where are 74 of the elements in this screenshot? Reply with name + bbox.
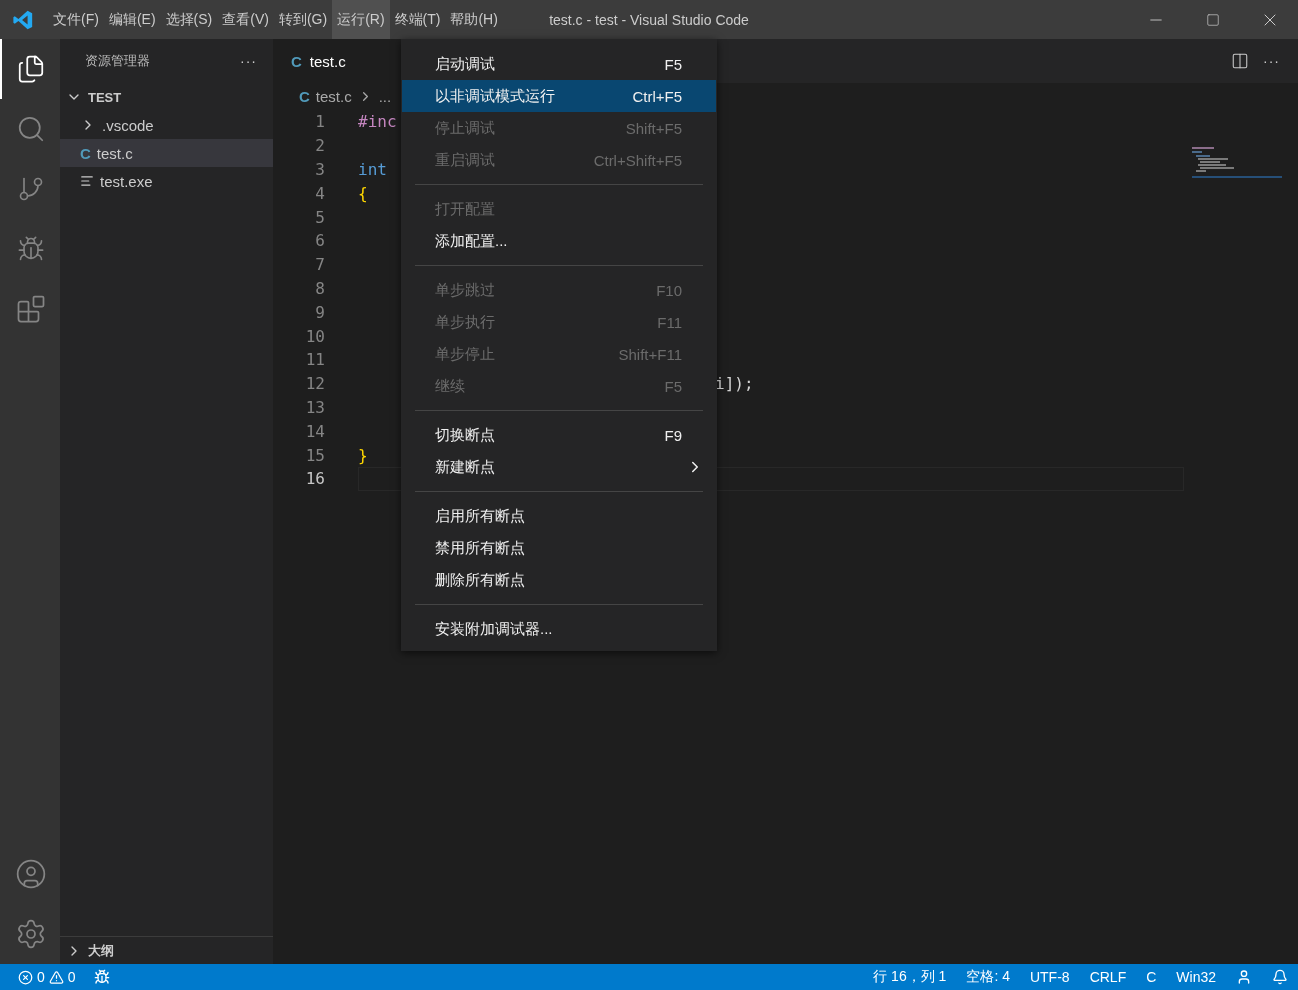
section-header[interactable]: 大纲 [88,941,114,960]
window-title: test.c - test - Visual Studio Code [549,11,749,28]
line-number: 9 [314,302,325,322]
menu-item[interactable]: 新建断点 [402,451,716,483]
line-number: 12 [304,374,325,394]
line-number: 2 [314,136,325,156]
status-bar-item[interactable]: Win32 [1176,969,1216,985]
more-button[interactable]: ··· [1263,53,1280,69]
status-bar-item[interactable]: CRLF [1089,969,1127,985]
menu-bar-item[interactable]: 文件(F) [48,0,104,39]
menu-item[interactable]: 添加配置... [402,225,716,257]
menu-item[interactable]: 启用所有断点 [402,500,716,532]
file-tree-item[interactable]: test.exe [60,167,273,195]
line-number: 13 [304,397,325,417]
menu-bar-item[interactable]: 选择(S) [160,0,218,39]
code-text: int [358,160,387,179]
menu-item[interactable]: 禁用所有断点 [402,532,716,564]
status-bar-item[interactable]: C [1146,969,1157,985]
sidebar-title: 资源管理器 [85,52,150,70]
menu-bar-item[interactable]: 编辑(E) [103,0,161,39]
menu-bar-item[interactable]: 运行(R) [332,0,390,39]
line-number: 15 [304,445,325,465]
settings-icon[interactable] [15,918,47,950]
more-button[interactable]: ··· [240,53,257,69]
line-number: 8 [314,278,325,298]
line-number: 5 [314,207,325,227]
branch-icon [17,175,45,203]
status-bar-item[interactable]: UTF-8 [1029,969,1070,985]
line-number: 14 [304,421,325,441]
maximize-icon[interactable] [1205,12,1220,27]
file-tree-item[interactable]: .vscode [60,111,273,139]
notifications-icon[interactable] [1272,969,1288,985]
feedback-icon[interactable] [1236,969,1252,985]
menu-item[interactable]: 以非调试模式运行 Ctrl+F5 [402,80,716,112]
c-file-icon: C [291,52,302,70]
menu-item[interactable]: 切换断点 F9 [402,419,716,451]
editor-tab[interactable]: C test.c [273,39,401,83]
extensions-icon [16,294,46,324]
line-number: 3 [314,160,325,179]
breadcrumb-item[interactable]: test.c [315,87,352,105]
bug-icon [17,235,45,263]
breadcrumb-item[interactable]: ... [378,87,392,105]
line-number: 16 [304,469,325,489]
menu-bar-item[interactable]: 查看(V) [217,0,274,39]
section-header[interactable]: TEST [88,89,122,105]
menu-item[interactable]: 启动调试 F5 [402,48,716,80]
line-number: 10 [304,326,325,346]
bug-icon[interactable] [93,969,110,985]
file-tree-item[interactable]: C test.c [60,139,273,167]
c-file-icon: C [299,87,310,105]
account-icon[interactable] [15,858,47,890]
line-number: 4 [314,183,325,203]
search-icon [16,114,46,144]
line-number: 7 [314,255,325,275]
code-text: { [358,183,368,203]
file-icon [80,174,94,188]
menu-bar-item[interactable]: 帮助(H) [445,0,503,39]
files-icon [16,54,46,84]
code-text: #inc [358,112,397,132]
vscode-logo-icon [12,8,34,31]
status-bar-item[interactable]: 空格: 4 [966,968,1010,986]
menu-bar-item[interactable]: 转到(G) [273,0,333,39]
split-editor-icon[interactable] [1231,52,1249,70]
menu-item[interactable]: 安装附加调试器... [402,613,716,645]
status-bar-item[interactable]: 行 16，列 1 [873,968,947,986]
code-text: } [358,445,368,465]
menu-bar-item[interactable]: 终端(T) [389,0,446,39]
problems-indicator[interactable]: 0 0 [18,969,76,985]
c-file-icon: C [80,144,91,162]
line-number: 1 [314,112,325,132]
line-number: 6 [314,231,325,251]
code-text: i]); [715,374,755,394]
menu-item[interactable]: 删除所有断点 [402,564,716,596]
line-number: 11 [304,350,325,370]
